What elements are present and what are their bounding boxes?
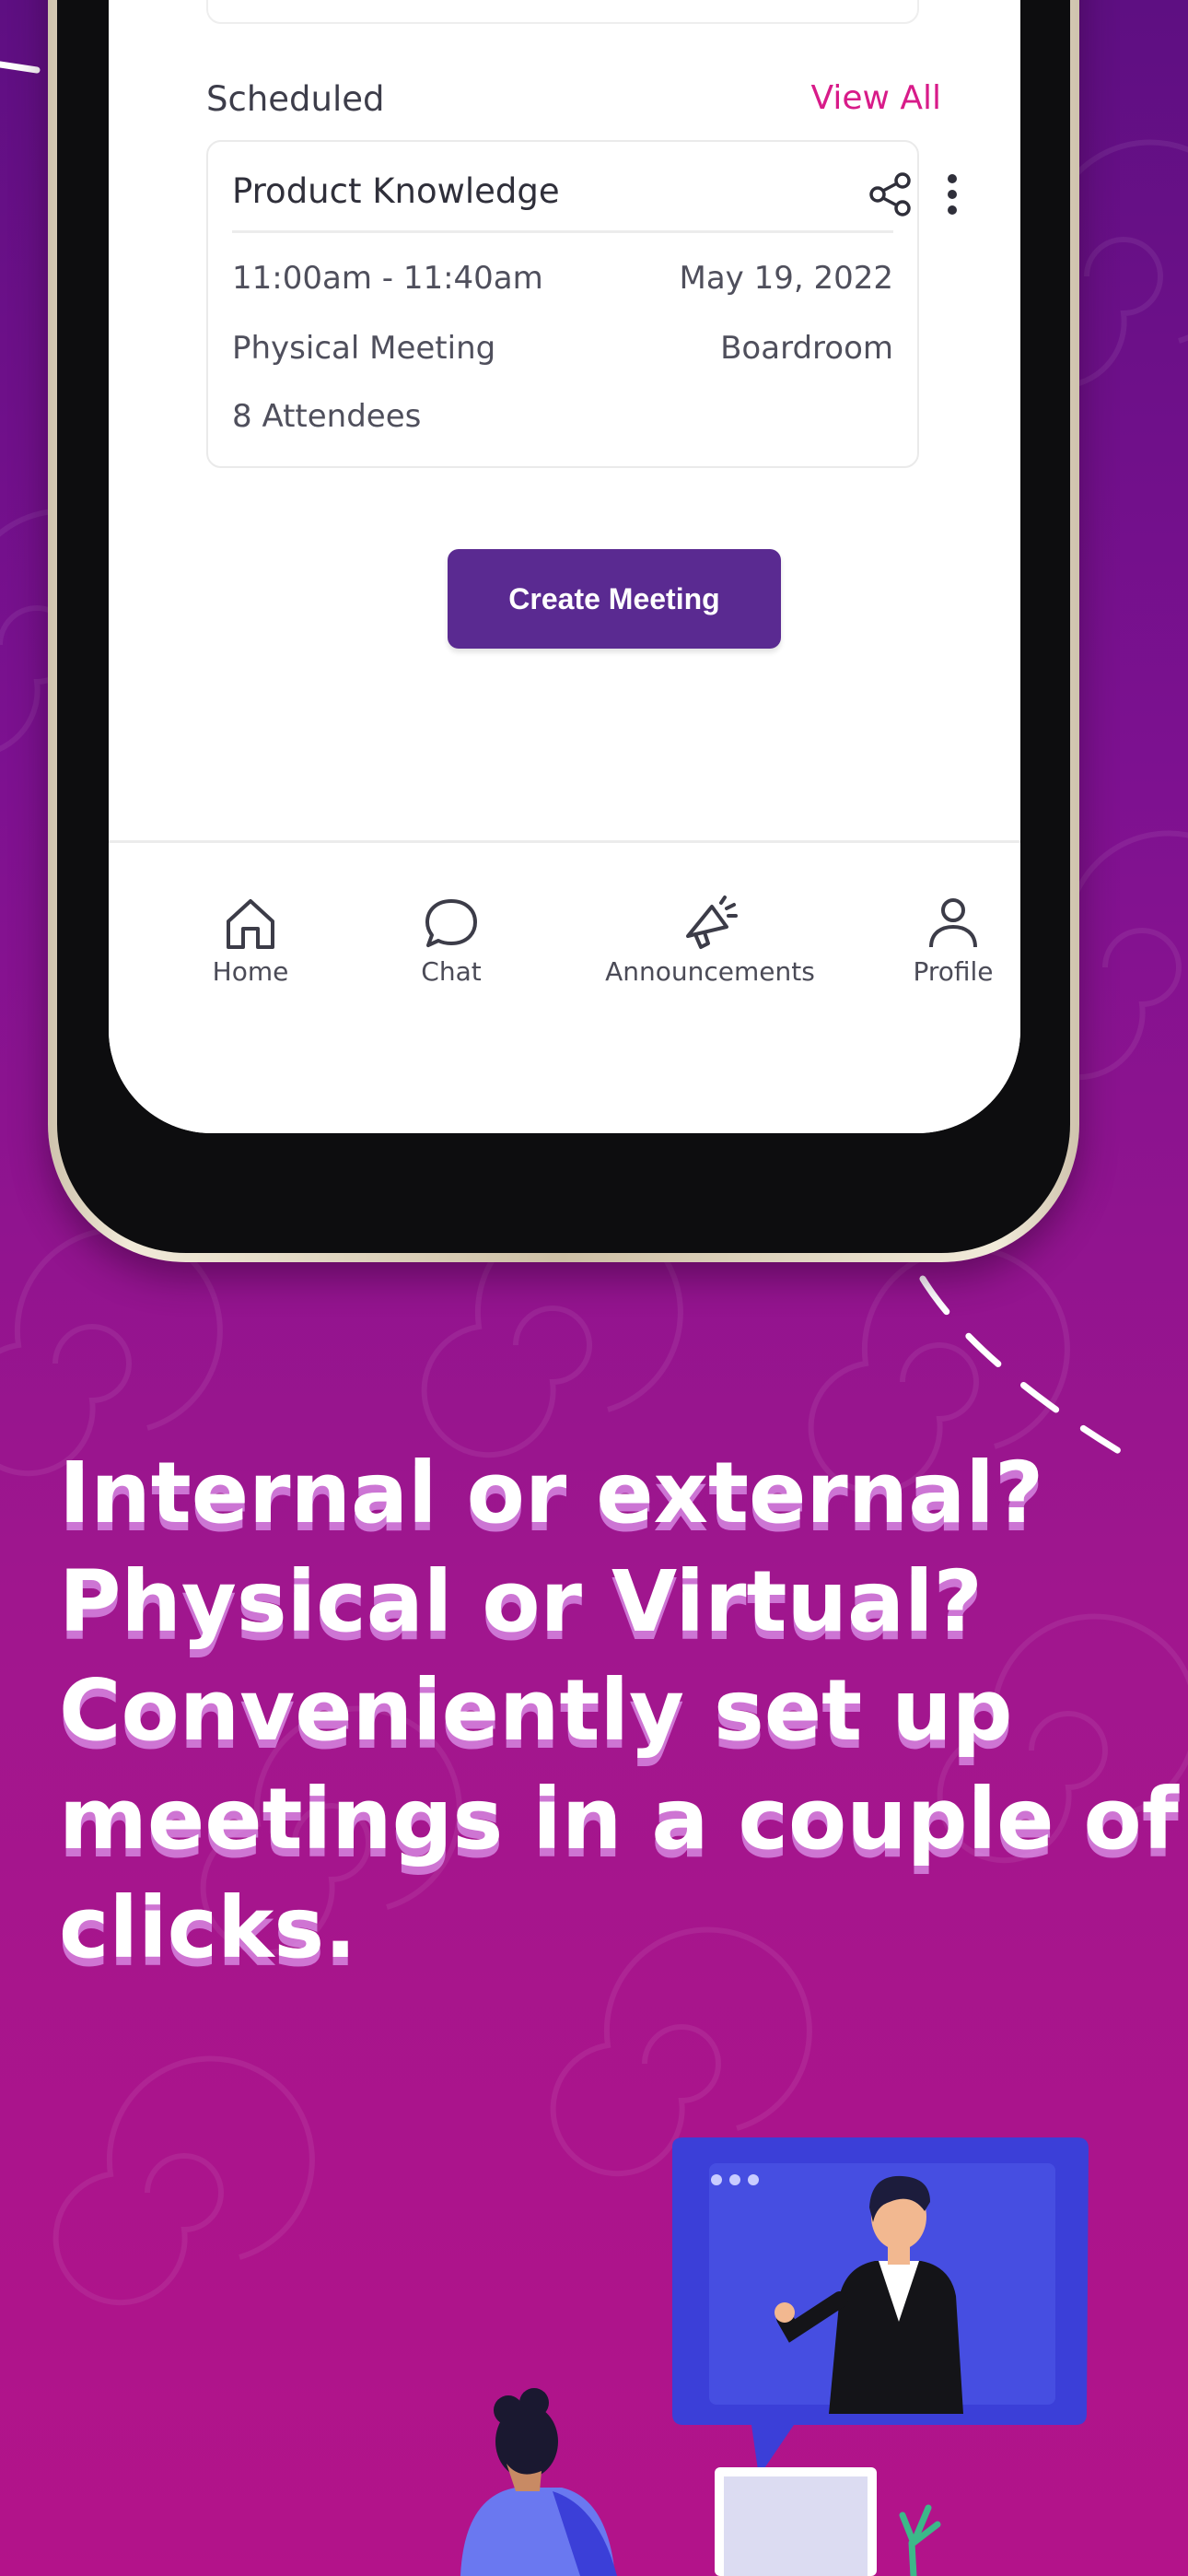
marketing-headline: Internal or external? Physical or Virtua…	[59, 1439, 1179, 1983]
card-divider	[232, 230, 893, 233]
tab-home[interactable]: Home	[204, 894, 297, 987]
meeting-time: 11:00am - 11:40am	[232, 260, 543, 297]
tab-home-label: Home	[212, 956, 289, 987]
headline-line-4: meetings in a couple of	[59, 1770, 1179, 1868]
view-all-link[interactable]: View All	[810, 79, 941, 117]
video-call-illustration	[460, 2137, 1089, 2576]
meeting-date: May 19, 2022	[679, 260, 893, 297]
tab-profile[interactable]: Profile	[903, 894, 1004, 987]
share-icon[interactable]	[866, 170, 915, 219]
tab-profile-label: Profile	[913, 956, 994, 987]
tab-chat-label: Chat	[421, 956, 482, 987]
tab-announcements[interactable]: Announcements	[595, 894, 825, 987]
phone-screen: 4 5 Scheduled View All Product Knowledge	[109, 0, 1020, 1133]
meeting-card[interactable]: Product Knowledge 11:00am - 11:40am May	[206, 140, 957, 468]
tab-chat[interactable]: Chat	[405, 894, 497, 987]
meeting-title: Product Knowledge	[232, 171, 560, 211]
create-meeting-button[interactable]: Create Meeting	[448, 549, 781, 649]
stats-card	[206, 0, 919, 24]
meeting-type: Physical Meeting	[232, 330, 496, 367]
headline-line-5: clicks.	[59, 1879, 357, 1977]
meeting-attendees: 8 Attendees	[232, 398, 422, 435]
headline-line-2: Physical or Virtual?	[59, 1552, 983, 1651]
tab-announcements-label: Announcements	[605, 956, 815, 987]
bottom-tab-bar: Home Chat Announcements Profile	[109, 840, 1020, 1133]
phone-mockup: 4 5 Scheduled View All Product Knowledge	[48, 0, 1079, 1262]
megaphone-icon	[686, 896, 738, 949]
chat-icon	[425, 899, 477, 947]
headline-line-3: Conveniently set up	[59, 1661, 1013, 1760]
more-options-icon[interactable]	[934, 170, 971, 219]
meeting-location: Boardroom	[720, 330, 893, 367]
home-icon	[227, 899, 274, 949]
user-icon	[929, 898, 977, 948]
headline-line-1: Internal or external?	[59, 1444, 1044, 1542]
scheduled-heading: Scheduled	[206, 79, 385, 119]
